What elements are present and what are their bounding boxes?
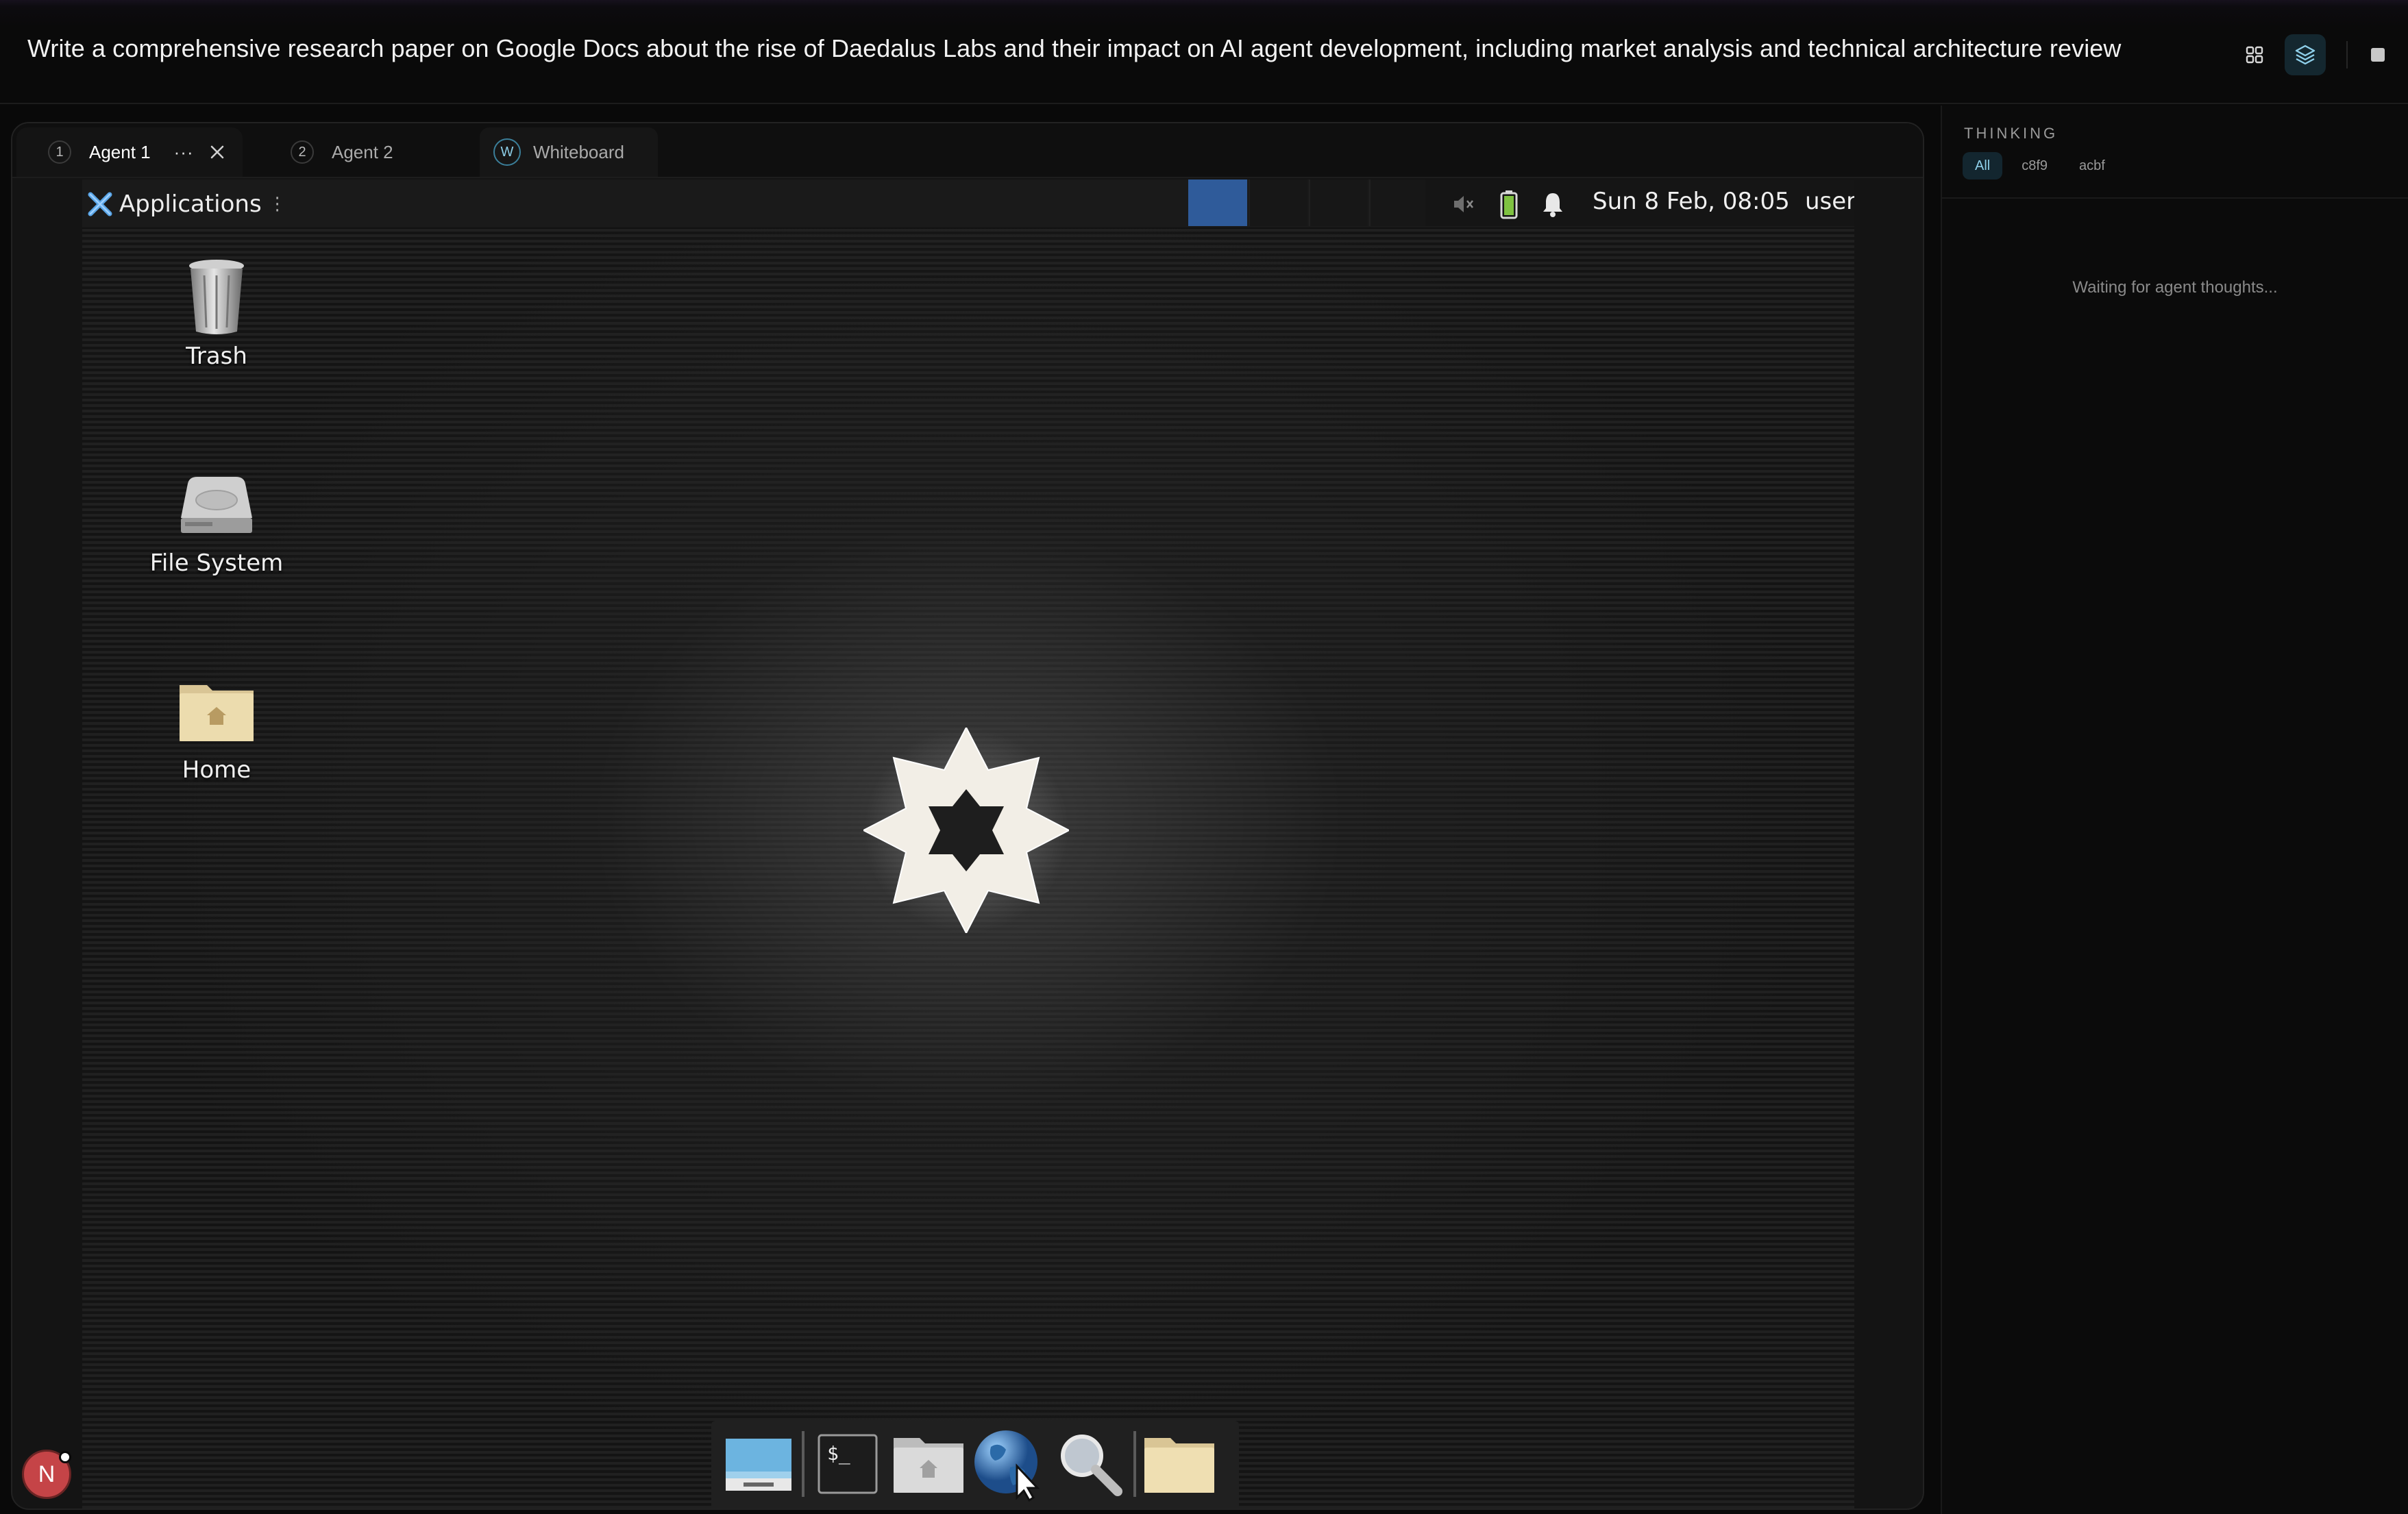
layers-view-button[interactable] (2285, 34, 2326, 75)
desktop-icon-home[interactable]: Home (141, 670, 292, 784)
user-menu[interactable]: user (1805, 188, 1854, 215)
filter-acbf[interactable]: acbf (2067, 152, 2117, 179)
desktop-icon-file-system[interactable]: File System (141, 463, 292, 577)
show-desktop-icon (726, 1439, 791, 1491)
grid-icon (2246, 46, 2263, 64)
workspace-1[interactable] (1188, 179, 1247, 226)
clock[interactable]: Sun 8 Feb, 08:05 (1593, 188, 1790, 215)
thinking-title: THINKING (1964, 125, 2059, 142)
thinking-sidebar: THINKING All c8f9 acbf Waiting for agent… (1941, 106, 2408, 1514)
applications-menu-button[interactable]: Applications ⋮ (86, 188, 286, 221)
file-manager-icon (894, 1438, 963, 1493)
dock-file-manager[interactable] (888, 1424, 969, 1504)
tab-label: Agent 1 (89, 141, 151, 162)
dock-terminal[interactable]: $_ (807, 1424, 888, 1504)
wallpaper-star-logo (863, 728, 1069, 933)
grid-view-button[interactable] (2234, 34, 2275, 75)
close-icon (210, 145, 223, 159)
thinking-filters: All c8f9 acbf (1963, 152, 2117, 179)
dock-web-browser[interactable] (969, 1424, 1050, 1504)
dock-separator (802, 1431, 804, 1497)
agent-tabs: 1 Agent 1 ··· 2 Agent 2 W Whiteboard (12, 123, 1923, 178)
workspace-2[interactable] (1249, 179, 1307, 226)
top-bar: Write a comprehensive research paper on … (0, 0, 2408, 104)
tab-agent-2[interactable]: 2 Agent 2 (259, 127, 465, 177)
workspace-3[interactable] (1309, 179, 1368, 226)
drive-icon (181, 477, 252, 533)
notifications-bell-icon[interactable] (1538, 189, 1568, 219)
desktop-icon-label: File System (149, 549, 284, 577)
tab-number: 1 (48, 140, 71, 164)
home-folder-icon (180, 685, 254, 741)
panel-handle-icon: ⋮ (268, 194, 286, 214)
filter-all[interactable]: All (1963, 152, 2003, 179)
tab-agent-1[interactable]: 1 Agent 1 ··· (16, 127, 243, 177)
thinking-empty-state: Waiting for agent thoughts... (2072, 278, 2278, 297)
dock-separator (1133, 1431, 1136, 1497)
tab-close-button[interactable] (206, 141, 228, 163)
xfce-logo-icon (88, 192, 112, 216)
filter-c8f9[interactable]: c8f9 (2009, 152, 2060, 179)
desktop-icon-label: Home (182, 756, 251, 784)
whiteboard-badge: W (493, 138, 521, 166)
dock-folder[interactable] (1139, 1424, 1220, 1504)
desktop-top-panel: Applications ⋮ Sun 8 Feb, 08:05 user (82, 179, 1854, 229)
tab-label: Whiteboard (533, 141, 624, 162)
search-icon (1061, 1435, 1122, 1496)
desktop-icon-trash[interactable]: Trash (141, 256, 292, 370)
stop-button[interactable] (2357, 34, 2398, 75)
agent-panel: 1 Agent 1 ··· 2 Agent 2 W Whiteboard App… (11, 122, 1924, 1510)
trash-icon (189, 260, 244, 334)
folder-icon (1144, 1438, 1214, 1493)
battery-icon[interactable] (1494, 189, 1524, 219)
tab-number: 2 (291, 140, 314, 164)
terminal-glyph: $_ (827, 1442, 850, 1465)
terminal-icon: $_ (818, 1434, 878, 1494)
web-browser-icon (974, 1430, 1040, 1502)
stop-icon (2371, 48, 2385, 62)
toolbar-divider (2346, 41, 2348, 69)
dock-search[interactable] (1050, 1424, 1131, 1504)
dock-show-desktop[interactable] (718, 1424, 799, 1504)
applications-label: Applications (119, 190, 262, 218)
workspace-4[interactable] (1369, 179, 1428, 226)
sidebar-divider (1942, 197, 2408, 199)
layers-icon (2295, 45, 2315, 65)
tab-label: Agent 2 (332, 141, 393, 162)
task-prompt: Write a comprehensive research paper on … (27, 34, 2122, 62)
volume-muted-icon[interactable] (1449, 189, 1479, 219)
dock: $_ (711, 1421, 1239, 1507)
remote-desktop[interactable]: Applications ⋮ Sun 8 Feb, 08:05 user Tra… (82, 179, 1854, 1509)
tab-whiteboard[interactable]: W Whiteboard (480, 127, 658, 177)
desktop-icon-label: Trash (186, 343, 247, 370)
avatar-status-dot (59, 1451, 71, 1463)
tab-menu-button[interactable]: ··· (174, 142, 194, 163)
